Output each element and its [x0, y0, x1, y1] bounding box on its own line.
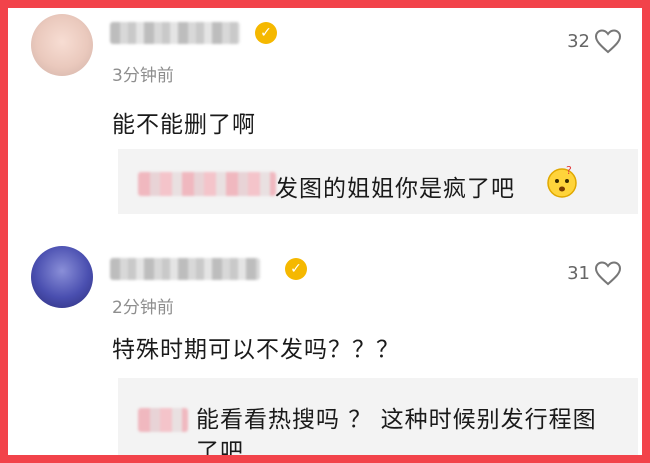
comment-item: ✓ 2分钟前 31 特殊时期可以不发吗？？？ 能看看热搜吗 ？ 这种时候别发行程… — [8, 230, 642, 463]
comment-text: 能不能删了啊 — [112, 112, 256, 138]
username-blurred[interactable] — [110, 258, 260, 280]
comment-item: ✓ 3分钟前 32 能不能删了啊 发图的姐姐你是疯了吧 ? — [8, 8, 642, 218]
heart-icon[interactable] — [594, 260, 622, 286]
verified-badge-icon: ✓ — [285, 258, 307, 280]
user-avatar[interactable] — [31, 14, 93, 76]
reply-text: 发图的姐姐你是疯了吧 — [275, 176, 515, 202]
user-avatar[interactable] — [31, 246, 93, 308]
heart-icon[interactable] — [594, 28, 622, 54]
like-count: 31 — [567, 262, 590, 284]
svg-text:?: ? — [566, 165, 573, 177]
screenshot-frame: ✓ 3分钟前 32 能不能删了啊 发图的姐姐你是疯了吧 ? ✓ 2分钟前 31 … — [0, 0, 650, 463]
like-control[interactable]: 32 — [567, 28, 622, 54]
comment-timestamp: 3分钟前 — [112, 66, 174, 86]
reply-username-blurred[interactable] — [138, 172, 276, 196]
verified-badge-icon: ✓ — [255, 22, 277, 44]
comment-text: 特殊时期可以不发吗？？？ — [112, 337, 400, 363]
username-blurred[interactable] — [110, 22, 240, 44]
comment-timestamp: 2分钟前 — [112, 298, 174, 318]
reply-box[interactable]: 发图的姐姐你是疯了吧 ? — [118, 149, 638, 214]
reply-text: 能看看热搜吗 ？ 这种时候别发行程图了吧 — [196, 407, 597, 463]
like-control[interactable]: 31 — [567, 260, 622, 286]
confused-face-icon: ? — [545, 164, 579, 205]
reply-username-blurred[interactable] — [138, 408, 188, 432]
like-count: 32 — [567, 30, 590, 52]
reply-box[interactable]: 能看看热搜吗 ？ 这种时候别发行程图了吧 — [118, 378, 638, 463]
